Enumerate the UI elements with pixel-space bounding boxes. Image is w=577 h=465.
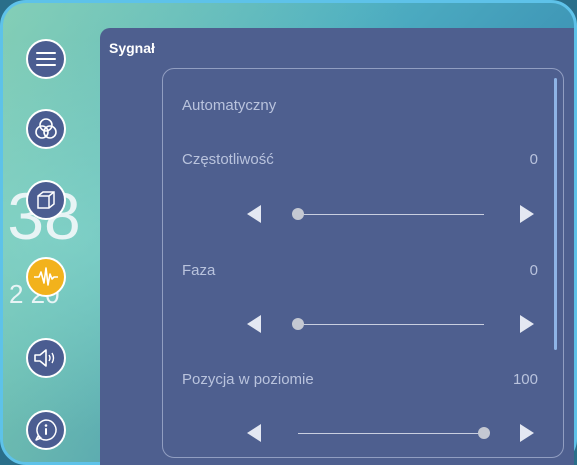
color-button[interactable] xyxy=(26,109,66,149)
info-icon xyxy=(35,419,57,441)
audio-button[interactable] xyxy=(26,338,66,378)
scrollbar[interactable] xyxy=(554,78,557,350)
phase-decrease-icon[interactable] xyxy=(247,315,261,333)
frequency-label: Częstotliwość xyxy=(182,151,274,168)
display-button[interactable] xyxy=(26,180,66,220)
horizontal-position-value: 100 xyxy=(512,371,538,388)
frequency-increase-icon[interactable] xyxy=(520,205,534,223)
speaker-icon xyxy=(34,349,55,367)
horizontal-position-increase-icon[interactable] xyxy=(520,424,534,442)
phase-slider-track[interactable] xyxy=(298,324,484,325)
phase-slider-thumb[interactable] xyxy=(292,318,304,330)
waveform-icon xyxy=(34,267,58,286)
frequency-slider-thumb[interactable] xyxy=(292,208,304,220)
phase-value: 0 xyxy=(529,262,538,279)
phase-increase-icon[interactable] xyxy=(520,315,534,333)
menu-icon xyxy=(36,52,56,66)
horizontal-position-slider-thumb[interactable] xyxy=(478,427,490,439)
menu-button[interactable] xyxy=(26,39,66,79)
horizontal-position-decrease-icon[interactable] xyxy=(247,424,261,442)
cube-icon xyxy=(37,191,55,209)
panel-title: Sygnał xyxy=(109,40,155,56)
frequency-slider-track[interactable] xyxy=(298,214,484,215)
auto-adjust-option[interactable]: Automatyczny xyxy=(182,97,276,114)
signal-button[interactable] xyxy=(26,257,66,297)
horizontal-position-slider-track[interactable] xyxy=(298,433,484,434)
frequency-decrease-icon[interactable] xyxy=(247,205,261,223)
horizontal-position-label: Pozycja w poziomie xyxy=(182,371,314,388)
phase-label: Faza xyxy=(182,262,216,279)
color-circles-icon xyxy=(35,118,57,139)
frequency-value: 0 xyxy=(529,151,538,168)
info-button[interactable] xyxy=(26,410,66,450)
